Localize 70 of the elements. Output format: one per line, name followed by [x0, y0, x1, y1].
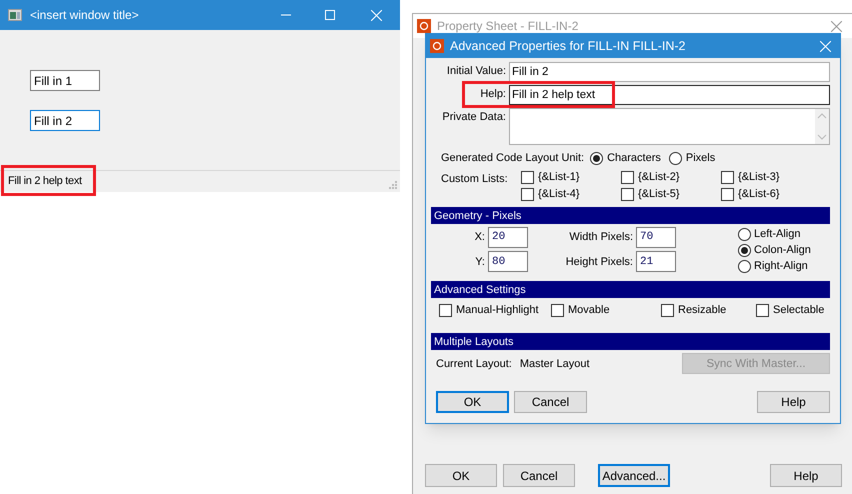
field-label: Current Layout:	[436, 356, 512, 370]
option-label: Manual-Highlight	[456, 303, 539, 317]
option-label: {&List-6}	[738, 187, 780, 201]
radio-button[interactable]	[738, 228, 751, 240]
window-title: <insert window title>	[30, 7, 139, 24]
option-label: Left-Align	[754, 227, 800, 241]
button[interactable]: OK	[425, 464, 497, 487]
input-field[interactable]: Fill in 2	[30, 110, 100, 131]
status-text: Fill in 2 help text	[8, 174, 82, 190]
checkbox[interactable]	[551, 304, 564, 316]
input-field[interactable]: 20	[488, 226, 528, 248]
checkbox[interactable]	[621, 170, 634, 184]
checkbox[interactable]	[756, 304, 769, 316]
app-icon	[8, 9, 22, 21]
window-title: Property Sheet - FILL-IN-2	[437, 18, 578, 35]
section-header: Advanced Settings	[431, 281, 830, 298]
checkbox[interactable]	[721, 188, 734, 200]
field-label: Generated Code Layout Unit:	[441, 151, 584, 165]
input-field[interactable]: 70	[636, 226, 676, 248]
field-label: Y:	[474, 254, 485, 269]
radio-button[interactable]	[738, 244, 751, 256]
app-icon	[417, 19, 431, 33]
option-label: Characters	[607, 151, 661, 165]
scrollbar-icon	[815, 109, 829, 144]
checkbox[interactable]	[521, 188, 534, 200]
section-header: Multiple Layouts	[431, 333, 830, 350]
field-label: Height Pixels:	[564, 254, 633, 269]
button[interactable]: OK	[436, 391, 509, 413]
option-label: Pixels	[686, 151, 716, 165]
radio-button[interactable]	[668, 152, 682, 164]
resize-grip-icon[interactable]	[389, 181, 397, 189]
option-label: Resizable	[678, 303, 726, 317]
checkbox[interactable]	[621, 188, 634, 200]
button[interactable]: Cancel	[514, 391, 587, 413]
button[interactable]: Advanced...	[598, 464, 670, 487]
input-field[interactable]: 21	[636, 251, 676, 272]
button[interactable]: Cancel	[503, 464, 575, 487]
app-icon	[430, 39, 444, 53]
option-label: Selectable	[773, 303, 824, 317]
option-label: Movable	[568, 303, 610, 317]
maximize-icon[interactable]	[325, 10, 335, 20]
radio-button[interactable]	[590, 152, 604, 164]
button[interactable]: Help	[770, 464, 842, 487]
field-label: Custom Lists:	[441, 172, 509, 187]
checkbox[interactable]	[439, 304, 452, 316]
option-label: {&List-3}	[738, 170, 780, 184]
close-icon[interactable]	[831, 20, 842, 32]
option-label: {&List-1}	[538, 170, 580, 184]
checkbox[interactable]	[661, 304, 674, 316]
field-label: X:	[474, 230, 485, 244]
field-label: Help:	[479, 87, 506, 101]
field-value: Master Layout	[520, 356, 590, 370]
window-title: Advanced Properties for FILL-IN FILL-IN-2	[450, 38, 686, 55]
field-label: Width Pixels:	[568, 230, 633, 244]
checkbox[interactable]	[521, 170, 534, 184]
option-label: {&List-4}	[538, 187, 580, 201]
option-label: Colon-Align	[754, 243, 811, 257]
section-header: Geometry - Pixels	[431, 207, 830, 224]
field-label: Initial Value:	[446, 64, 506, 78]
field-label: Private Data:	[441, 110, 506, 124]
checkbox[interactable]	[721, 170, 734, 184]
option-label: {&List-5}	[638, 187, 680, 201]
input-field[interactable]: Fill in 2 help text	[509, 85, 830, 105]
option-label: Right-Align	[754, 259, 808, 273]
input-field[interactable]: Fill in 2	[509, 62, 830, 82]
option-label: {&List-2}	[638, 170, 680, 184]
input-field[interactable]: Fill in 1	[30, 70, 100, 91]
button[interactable]: Help	[757, 391, 830, 413]
input-field[interactable]: 80	[488, 251, 528, 272]
radio-button[interactable]	[738, 260, 751, 272]
